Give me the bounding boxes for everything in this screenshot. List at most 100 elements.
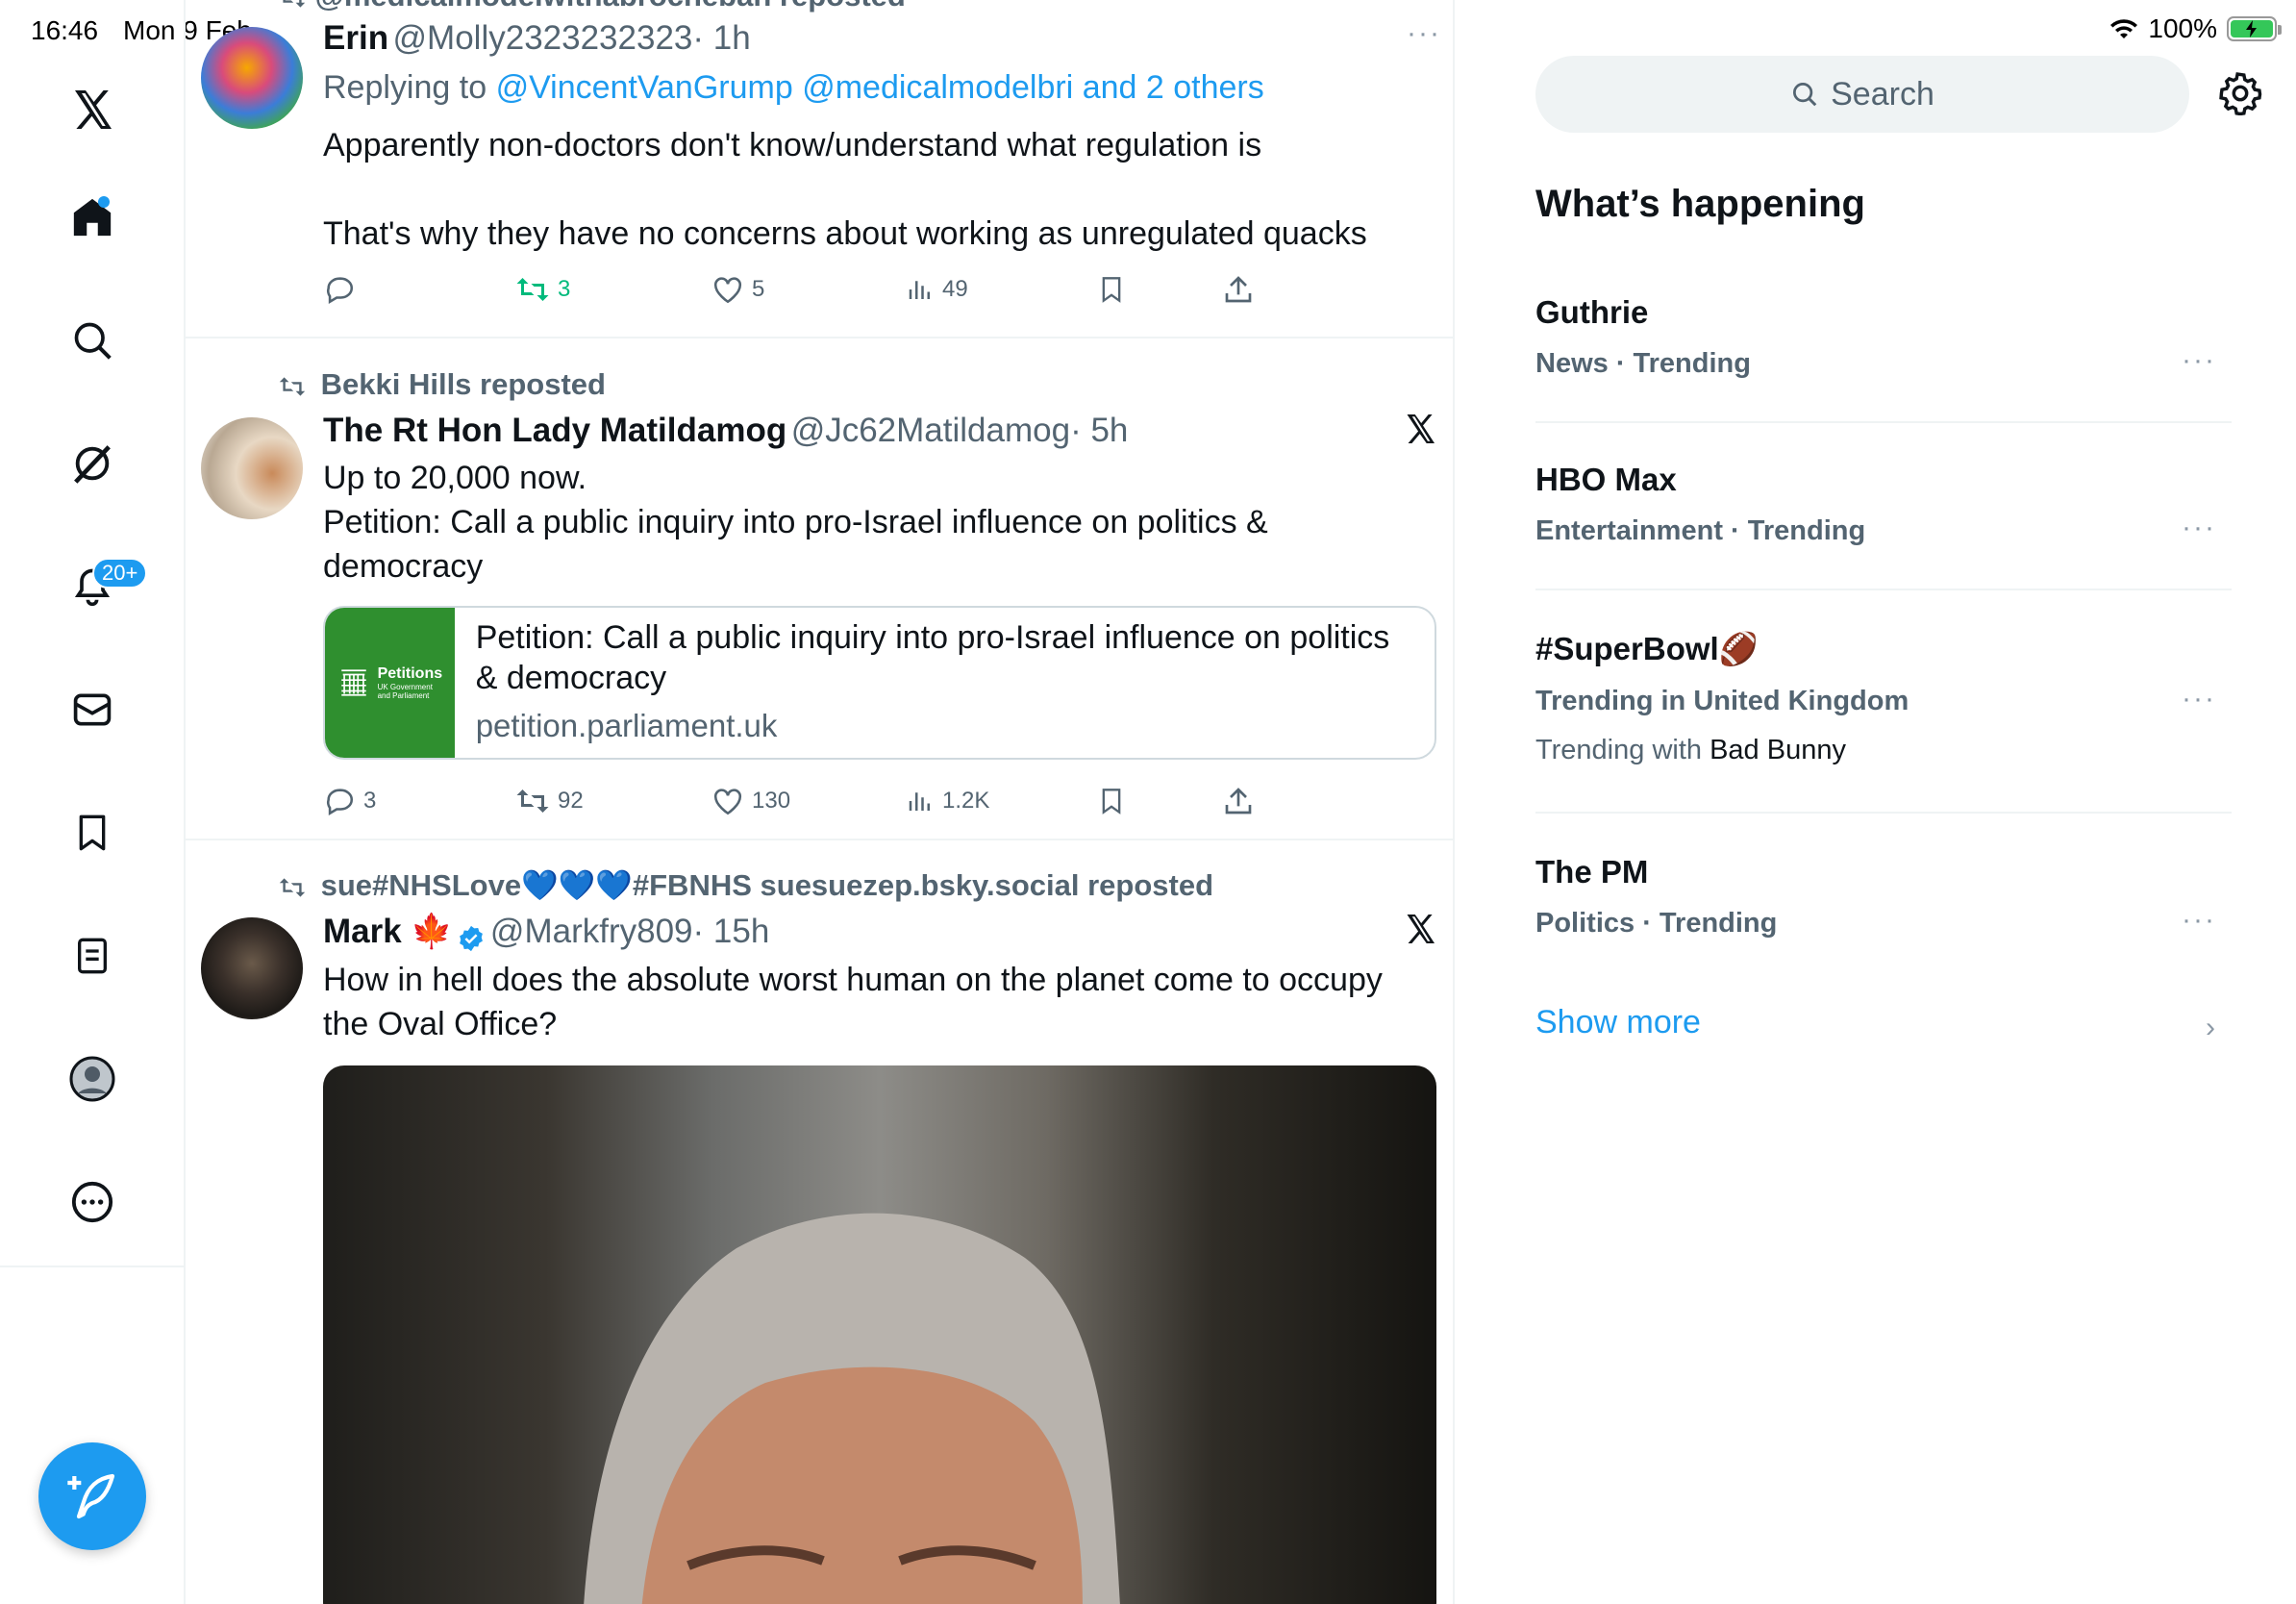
notifications-badge: 20+ [92,558,148,589]
post-header: The Rt Hon Lady Matildamog @Jc62Matildam… [323,412,1128,450]
card-title: Petition: Call a public inquiry into pro… [475,619,1390,696]
search-icon [1793,83,1817,107]
trend-more-button[interactable]: ··· [2182,512,2216,544]
views-icon [909,792,930,811]
post-more-button[interactable]: ··· [1407,17,1441,50]
trend-item[interactable]: #SuperBowl🏈 Trending in United Kingdom T… [1535,631,2232,766]
post-actions: 3 92 130 1.2K [323,785,1254,817]
post-divider [186,839,1453,840]
reply-button[interactable] [323,273,515,306]
trend-more-button[interactable]: ··· [2182,344,2216,377]
trend-meta: News · Trending [1535,348,1751,379]
bookmark-icon [1102,789,1121,815]
trend-divider [1535,589,2232,590]
trend-name: #SuperBowl🏈 [1535,631,1759,666]
bookmark-icon [1102,277,1121,303]
author-name[interactable]: Mark 🍁 [323,913,453,950]
heart-icon [713,277,742,304]
trend-with-name: Bad Bunny [1710,735,1846,765]
repost-icon [516,278,549,301]
avatar[interactable] [201,417,303,519]
search-icon[interactable] [54,302,131,379]
gear-icon[interactable] [2218,71,2264,117]
post-image[interactable] [323,1065,1436,1604]
post-divider [186,337,1453,338]
trend-meta: Trending in United Kingdom [1535,686,1909,716]
x-logo-icon [1403,912,1441,950]
post-text-line: Up to 20,000 now. [323,460,587,496]
post-time: · 5h [1070,412,1129,449]
heart-icon [713,789,742,815]
post-actions: 3 5 49 [323,273,1254,306]
post-text-line: Apparently non-doctors don't know/unders… [323,127,1262,163]
reply-icon [327,277,353,305]
author-name[interactable]: The Rt Hon Lady Matildamog [323,412,786,449]
trend-name: Guthrie [1535,294,1649,330]
repost-icon [516,789,549,813]
home-unread-dot [98,196,110,208]
avatar[interactable] [201,27,303,129]
avatar[interactable] [201,917,303,1019]
verified-badge-icon [457,924,486,953]
post-text-line: the Oval Office? [323,1006,558,1042]
views-button[interactable]: 49 [906,273,1098,306]
views-button[interactable]: 1.2K [906,785,1098,817]
trend-item[interactable]: The PM Politics · Trending ··· [1535,854,2232,940]
trend-divider [1535,812,2232,814]
bookmark-button[interactable] [1098,785,1223,817]
battery-icon [2227,16,2282,41]
share-button[interactable] [1223,273,1254,306]
bell-icon[interactable]: 20+ [54,548,148,625]
search-placeholder: Search [1831,75,1934,113]
author-handle[interactable]: @Molly2323232323 [393,19,693,57]
like-button[interactable]: 130 [711,785,906,817]
post-time: · 15h [692,913,770,950]
more-icon[interactable] [54,1164,131,1241]
left-navigation: 20+ [0,0,186,1604]
card-thumbnail: Petitions UK Government and Parliament [325,608,455,758]
post-text-line: democracy [323,548,484,585]
repost-icon [278,876,307,899]
post-header: Erin @Molly2323232323· 1h [323,19,751,58]
trend-with: Trending with Bad Bunny [1535,735,1846,765]
post-text-line: Petition: Call a public inquiry into pro… [323,504,1268,540]
card-domain: petition.parliament.uk [475,708,778,743]
photo-content [584,1213,1120,1604]
trend-meta: Politics · Trending [1535,908,1778,939]
link-card[interactable]: Petitions UK Government and Parliament P… [323,606,1436,760]
like-button[interactable]: 5 [711,273,906,306]
search-input[interactable]: Search [1535,56,2189,133]
x-logo-icon [1403,412,1441,450]
nav-divider [0,1266,186,1267]
repost-context: sue#NHSLove💙💙💙#FBNHS suesuezep.bsky.soci… [278,867,1213,903]
repost-button[interactable]: 3 [515,273,711,306]
show-more-link[interactable]: Show more [1535,1004,1701,1041]
trend-item[interactable]: Guthrie News · Trending ··· [1535,294,2232,380]
trend-more-button[interactable]: ··· [2182,683,2216,715]
mail-icon[interactable] [54,671,131,748]
grok-icon[interactable] [54,425,131,502]
trend-divider [1535,421,2232,423]
share-button[interactable] [1223,785,1254,817]
repost-button[interactable]: 92 [515,785,711,817]
post-time: · 1h [692,19,751,57]
bookmark-icon[interactable] [54,794,131,871]
share-icon [1225,788,1252,815]
trend-item[interactable]: HBO Max Entertainment · Trending ··· [1535,462,2232,547]
profile-icon[interactable] [54,1040,131,1117]
repost-icon [278,375,307,398]
bookmark-button[interactable] [1098,273,1223,306]
home-icon[interactable] [54,179,131,256]
timeline-feed: @medicalmodelwithabrocheban reposted Eri… [186,0,1455,1604]
trend-name: The PM [1535,854,1649,890]
reply-button[interactable]: 3 [323,785,515,817]
author-handle[interactable]: @Jc62Matildamog [791,412,1070,449]
section-title: What’s happening [1535,183,1865,225]
author-name[interactable]: Erin [323,19,388,57]
trend-more-button[interactable]: ··· [2182,904,2216,937]
compose-button[interactable] [38,1442,146,1550]
replying-to-links[interactable]: @VincentVanGrump @medicalmodelbri and 2 … [496,69,1264,106]
lists-icon[interactable] [54,917,131,994]
x-logo-icon[interactable] [54,71,131,148]
author-handle[interactable]: @Markfry809 [490,913,693,950]
